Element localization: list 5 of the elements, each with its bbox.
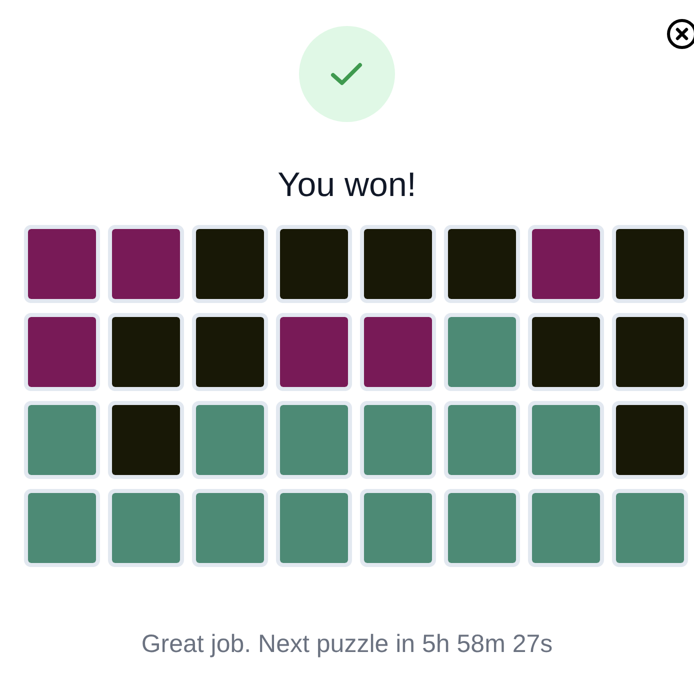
close-icon (666, 18, 694, 50)
checkmark-icon (330, 61, 364, 87)
close-button[interactable] (666, 18, 694, 50)
next-puzzle-message: Great job. Next puzzle in 5h 58m 27s (141, 629, 553, 659)
result-title: You won! (278, 165, 416, 205)
